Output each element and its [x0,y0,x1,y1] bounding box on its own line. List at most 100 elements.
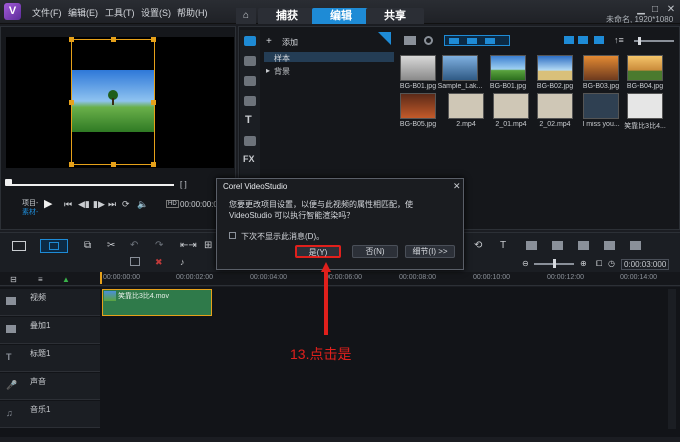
record-icon[interactable] [130,257,140,266]
track-header-voice[interactable]: 🎤 声音 [0,373,100,400]
title-icon[interactable]: T [245,114,252,126]
transition-icon[interactable] [244,76,256,86]
chapter-icon[interactable]: ⊞ [204,240,212,251]
scrub-handle[interactable] [5,179,12,186]
timeline-scrollbar[interactable] [668,289,676,429]
thumbnail[interactable] [537,55,573,81]
video-filter-icon[interactable] [449,38,459,44]
scissors-icon[interactable]: ✂ [107,240,115,251]
end-icon[interactable]: ⏭ [108,199,116,210]
resize-handle[interactable] [151,162,156,167]
track-header-video[interactable]: 视频 [0,289,100,316]
resize-handle[interactable] [69,162,74,167]
storyboard-view-icon[interactable] [12,241,26,251]
thumbnail[interactable] [400,93,436,119]
zoom-in-icon[interactable]: ⊕ [580,259,587,268]
list-view-icon[interactable] [564,36,574,44]
yes-button[interactable]: 是(Y) [295,245,341,258]
menu-help[interactable]: 帮助(H) [177,6,208,19]
preview-screen[interactable] [6,37,234,168]
no-button[interactable]: 否(N) [352,245,398,258]
add-folder-label[interactable]: 添加 [282,37,298,48]
track-header-title[interactable]: T 标题1 [0,345,100,372]
folder-bg-label[interactable]: 背景 [274,66,290,77]
pan-zoom-icon[interactable] [604,241,615,250]
thumbnail[interactable] [400,55,436,81]
track-header-music[interactable]: ♫ 音乐1 [0,401,100,428]
next-frame-icon[interactable]: ▮▶ [93,199,105,210]
audio-mix-icon[interactable]: ♪ [180,257,185,267]
add-icon[interactable]: + [266,36,272,47]
fit-project-icon[interactable]: ⧠ [596,259,602,269]
thumbnail[interactable] [627,93,663,119]
video-clip[interactable]: 笑靠比3比4.mov [102,289,212,316]
ripple-mode-icon[interactable]: ▲ [62,275,70,284]
zoom-out-icon[interactable]: ⊖ [522,259,529,268]
fx-icon[interactable]: FX [243,154,255,164]
menu-file[interactable]: 文件(F) [32,6,62,19]
menu-edit[interactable]: 编辑(E) [68,6,98,19]
thumb-view-icon[interactable] [578,36,588,44]
fit-icon[interactable]: ⇤⇥ [180,240,197,251]
folder-bg-arrow-icon[interactable]: ▸ [266,66,270,75]
resize-handle[interactable] [69,100,74,105]
clip-mode-label[interactable]: 素材- [22,207,38,217]
tab-edit[interactable]: 编辑 [312,8,370,24]
photo-filter-icon[interactable] [467,38,477,44]
instant-project-icon[interactable] [244,56,256,66]
resize-handle[interactable] [151,100,156,105]
mask-icon[interactable] [526,241,537,250]
resize-handle[interactable] [151,37,156,42]
prev-frame-icon[interactable]: ◀▮ [78,199,90,210]
resize-handle[interactable] [111,162,116,167]
play-icon[interactable]: ▶ [44,197,58,211]
dialog-close-icon[interactable]: ✕ [453,181,461,192]
repeat-icon[interactable]: ⟳ [122,199,130,210]
ripple-icon[interactable]: ≡ [38,275,43,284]
undo-icon[interactable]: ↶ [130,240,138,251]
project-duration[interactable]: 0:00:03:000 [621,259,670,270]
track-manager-icon[interactable]: ⧉ [84,240,91,251]
thumbnail[interactable] [627,55,663,81]
redo-icon[interactable]: ↷ [155,240,163,251]
media-icon[interactable] [244,36,256,46]
dont-show-checkbox[interactable] [229,232,236,239]
preview-frame[interactable] [69,37,156,167]
folder-open-icon[interactable] [404,36,416,45]
zoom-handle[interactable] [553,259,556,268]
thumb-size-handle[interactable] [638,37,641,45]
details-button[interactable]: 细节(I) >> [405,245,455,258]
color-grading-icon[interactable] [578,241,589,250]
thumbnail[interactable] [490,55,526,81]
dont-show-label[interactable]: 下次不显示此消息(D)。 [241,231,324,242]
playhead[interactable] [100,272,102,284]
home-icon[interactable]: ⌂ [236,8,256,24]
sort-icon[interactable] [594,36,604,44]
graphics-shapes-icon[interactable] [244,136,256,146]
track-header-overlay[interactable]: 叠加1 [0,317,100,344]
resize-handle[interactable] [111,37,116,42]
thumbnail[interactable] [493,93,529,119]
tab-share[interactable]: 共享 [366,8,424,24]
timeline-view-button[interactable] [40,239,68,253]
folder-samples-row[interactable]: 样本 [264,52,394,63]
all-tracks-icon[interactable]: ⊟ [10,275,17,284]
split-screen-icon[interactable] [552,241,563,250]
thumbnail[interactable] [448,93,484,119]
mark-in-out-icon[interactable]: [ ] [180,180,187,189]
sort-order-icon[interactable]: ↑≡ [614,35,624,45]
menu-settings[interactable]: 设置(S) [141,6,171,19]
audio-filter-icon[interactable] [485,38,495,44]
subtitle-icon[interactable] [630,241,641,250]
thumbnail[interactable] [583,55,619,81]
clock-icon[interactable]: ◷ [608,259,615,268]
graphics-icon[interactable] [244,96,256,106]
3d-title-icon[interactable]: T [500,240,506,251]
capture-icon[interactable] [424,36,433,45]
thumbnail[interactable] [442,55,478,81]
resize-handle[interactable] [69,37,74,42]
scrub-bar[interactable] [8,184,174,186]
tab-capture[interactable]: 捕获 [258,8,316,24]
home-start-icon[interactable]: ⏮ [64,199,72,210]
thumbnail[interactable] [583,93,619,119]
